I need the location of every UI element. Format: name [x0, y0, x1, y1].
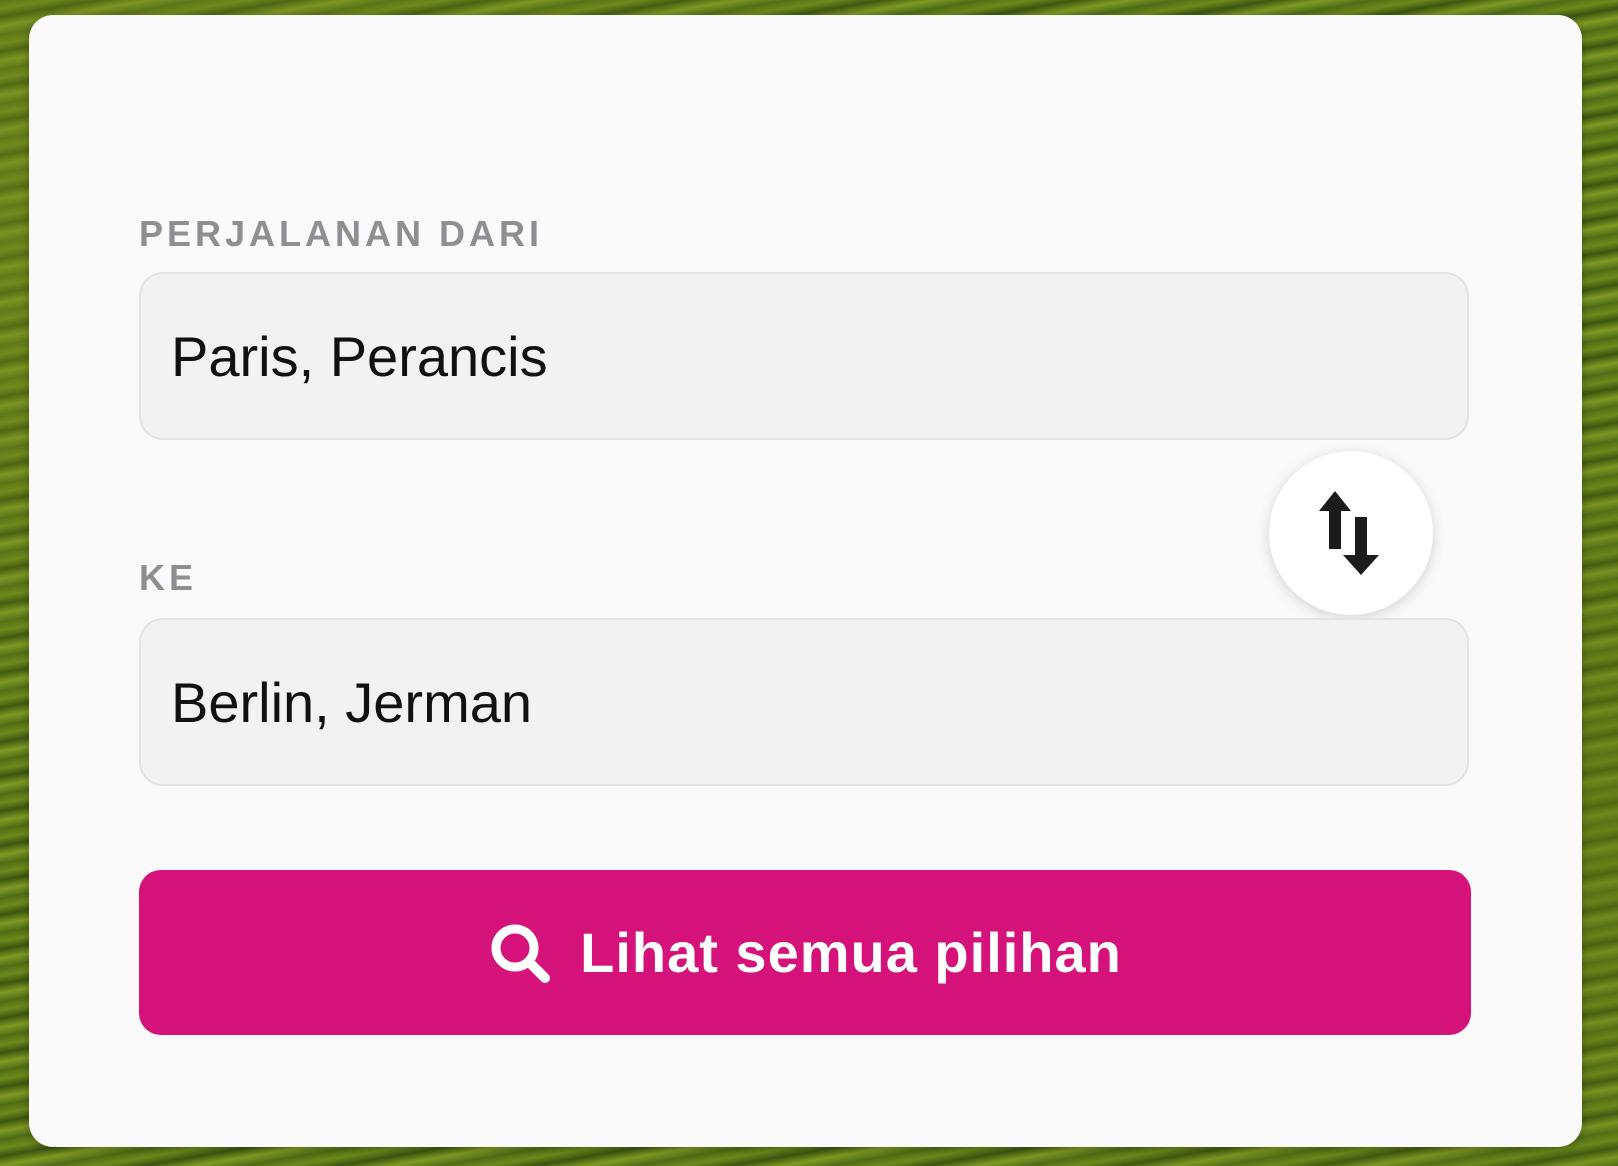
- swap-vertical-icon: [1319, 491, 1379, 575]
- destination-input[interactable]: Berlin, Jerman: [139, 618, 1469, 786]
- swap-direction-button[interactable]: [1269, 451, 1433, 615]
- origin-label: PERJALANAN DARI: [139, 213, 544, 254]
- destination-value: Berlin, Jerman: [171, 670, 533, 734]
- trip-search-card: PERJALANAN DARI Paris, Perancis KE Berli…: [29, 15, 1582, 1147]
- search-icon: [491, 924, 551, 983]
- search-button-label: Lihat semua pilihan: [580, 921, 1122, 984]
- origin-input[interactable]: Paris, Perancis: [139, 272, 1469, 440]
- search-all-options-button[interactable]: Lihat semua pilihan: [139, 870, 1471, 1035]
- destination-label: KE: [139, 557, 198, 598]
- origin-value: Paris, Perancis: [171, 324, 548, 388]
